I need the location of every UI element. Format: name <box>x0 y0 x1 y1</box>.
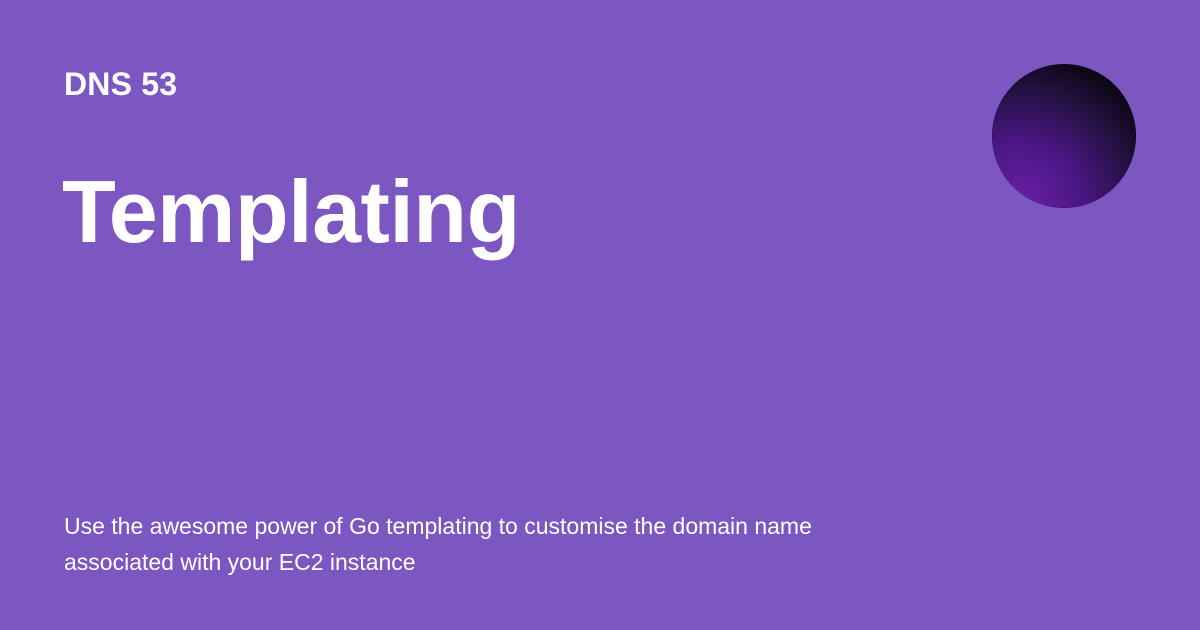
gradient-circle-logo-icon <box>992 64 1136 208</box>
page-description: Use the awesome power of Go templating t… <box>64 513 812 575</box>
site-name: DNS 53 <box>64 66 178 102</box>
page-title: Templating <box>62 162 520 261</box>
social-card: DNS 53 Templating Use the awesome power … <box>0 0 1200 630</box>
